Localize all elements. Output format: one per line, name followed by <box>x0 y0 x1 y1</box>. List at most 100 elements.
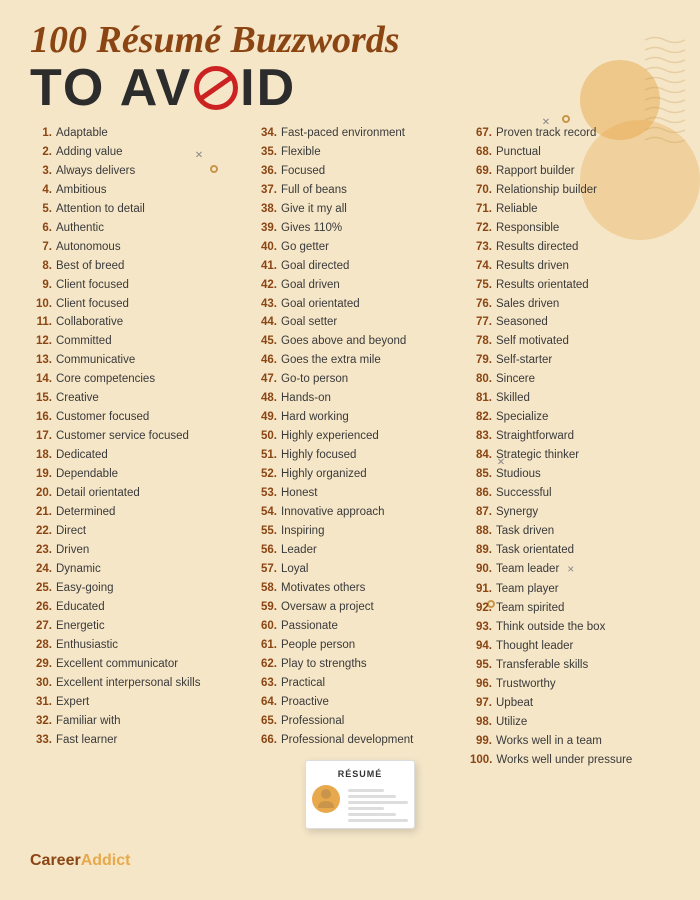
item-label: Studious <box>496 465 541 484</box>
list-item: 85.Studious <box>470 465 670 484</box>
item-number: 20. <box>30 484 52 503</box>
list-item: 66.Professional development <box>255 731 465 750</box>
item-number: 8. <box>30 257 52 276</box>
list-item: 73.Results directed <box>470 238 670 257</box>
list-item: 61.People person <box>255 636 465 655</box>
item-number: 77. <box>470 313 492 332</box>
list-item: 96.Trustworthy <box>470 675 670 694</box>
item-number: 100. <box>470 751 492 770</box>
item-number: 89. <box>470 541 492 560</box>
list-item: 87.Synergy <box>470 503 670 522</box>
list-item: 24.Dynamic <box>30 560 250 579</box>
item-number: 9. <box>30 276 52 295</box>
item-number: 72. <box>470 219 492 238</box>
resume-line-4 <box>348 807 384 810</box>
item-label: Think outside the box <box>496 618 605 637</box>
list-item: 53.Honest <box>255 484 465 503</box>
item-label: Customer service focused <box>56 427 189 446</box>
item-label: Highly focused <box>281 446 356 465</box>
item-label: Self motivated <box>496 332 569 351</box>
resume-card-label: RÉSUMÉ <box>312 769 408 779</box>
item-number: 47. <box>255 370 277 389</box>
item-label: Adding value <box>56 143 123 162</box>
item-number: 1. <box>30 124 52 143</box>
item-number: 29. <box>30 655 52 674</box>
avoid-text-pre: TO AV <box>30 62 192 114</box>
item-number: 92. <box>470 599 492 618</box>
item-label: Hard working <box>281 408 349 427</box>
item-label: Innovative approach <box>281 503 385 522</box>
item-label: Excellent interpersonal skills <box>56 674 200 693</box>
column-middle: 34.Fast-paced environment35.Flexible36.F… <box>255 124 465 829</box>
item-label: Results driven <box>496 257 569 276</box>
item-label: Highly organized <box>281 465 367 484</box>
list-item: 74.Results driven <box>470 257 670 276</box>
item-label: Transferable skills <box>496 656 588 675</box>
item-label: Fast learner <box>56 731 117 750</box>
list-item: 34.Fast-paced environment <box>255 124 465 143</box>
item-number: 90. <box>470 560 492 580</box>
item-label: Enthusiastic <box>56 636 118 655</box>
item-number: 87. <box>470 503 492 522</box>
item-number: 52. <box>255 465 277 484</box>
item-label: Rapport builder <box>496 162 575 181</box>
item-label: Goes above and beyond <box>281 332 406 351</box>
item-label: Synergy <box>496 503 538 522</box>
list-item: 3.Always delivers <box>30 162 250 181</box>
item-label: Best of breed <box>56 257 124 276</box>
item-number: 65. <box>255 712 277 731</box>
no-symbol-icon <box>194 66 238 110</box>
list-item: 58.Motivates others <box>255 579 465 598</box>
item-number: 45. <box>255 332 277 351</box>
item-number: 68. <box>470 143 492 162</box>
buzzwords-lists: 1.Adaptable2.Adding value3.Always delive… <box>30 124 670 829</box>
list-item: 56.Leader <box>255 541 465 560</box>
list-item: 37.Full of beans <box>255 181 465 200</box>
item-label: People person <box>281 636 355 655</box>
item-label: Goal driven <box>281 276 340 295</box>
item-label: Proven track record <box>496 124 596 143</box>
item-number: 10. <box>30 295 52 314</box>
item-label: Motivates others <box>281 579 365 598</box>
item-label: Ambitious <box>56 181 107 200</box>
item-number: 51. <box>255 446 277 465</box>
item-number: 37. <box>255 181 277 200</box>
item-label: Autonomous <box>56 238 121 257</box>
item-number: 31. <box>30 693 52 712</box>
item-number: 30. <box>30 674 52 693</box>
item-label: Team player <box>496 580 559 599</box>
list-item: 32.Familiar with <box>30 712 250 731</box>
item-label: Upbeat <box>496 694 533 713</box>
list-item: 60.Passionate <box>255 617 465 636</box>
list-middle: 34.Fast-paced environment35.Flexible36.F… <box>255 124 465 750</box>
list-item: 49.Hard working <box>255 408 465 427</box>
list-item: 10.Client focused <box>30 295 250 314</box>
item-number: 4. <box>30 181 52 200</box>
list-item: 80.Sincere <box>470 370 670 389</box>
item-number: 35. <box>255 143 277 162</box>
item-label: Specialize <box>496 408 548 427</box>
resume-line-3 <box>348 801 408 804</box>
item-label: Results directed <box>496 238 578 257</box>
list-item: 17.Customer service focused <box>30 427 250 446</box>
item-number: 19. <box>30 465 52 484</box>
item-number: 17. <box>30 427 52 446</box>
item-label: Professional <box>281 712 344 731</box>
list-item: 91.Team player <box>470 580 670 599</box>
item-label: Self-starter <box>496 351 552 370</box>
item-number: 40. <box>255 238 277 257</box>
item-label: Successful <box>496 484 552 503</box>
item-number: 66. <box>255 731 277 750</box>
item-label: Leader <box>281 541 317 560</box>
item-number: 74. <box>470 257 492 276</box>
item-label: Excellent communicator <box>56 655 178 674</box>
item-number: 54. <box>255 503 277 522</box>
item-label: Task orientated <box>496 541 574 560</box>
list-item: 81.Skilled <box>470 389 670 408</box>
item-label: Adaptable <box>56 124 108 143</box>
item-number: 80. <box>470 370 492 389</box>
item-label: Energetic <box>56 617 105 636</box>
item-number: 21. <box>30 503 52 522</box>
item-number: 99. <box>470 732 492 751</box>
item-label: Play to strengths <box>281 655 367 674</box>
